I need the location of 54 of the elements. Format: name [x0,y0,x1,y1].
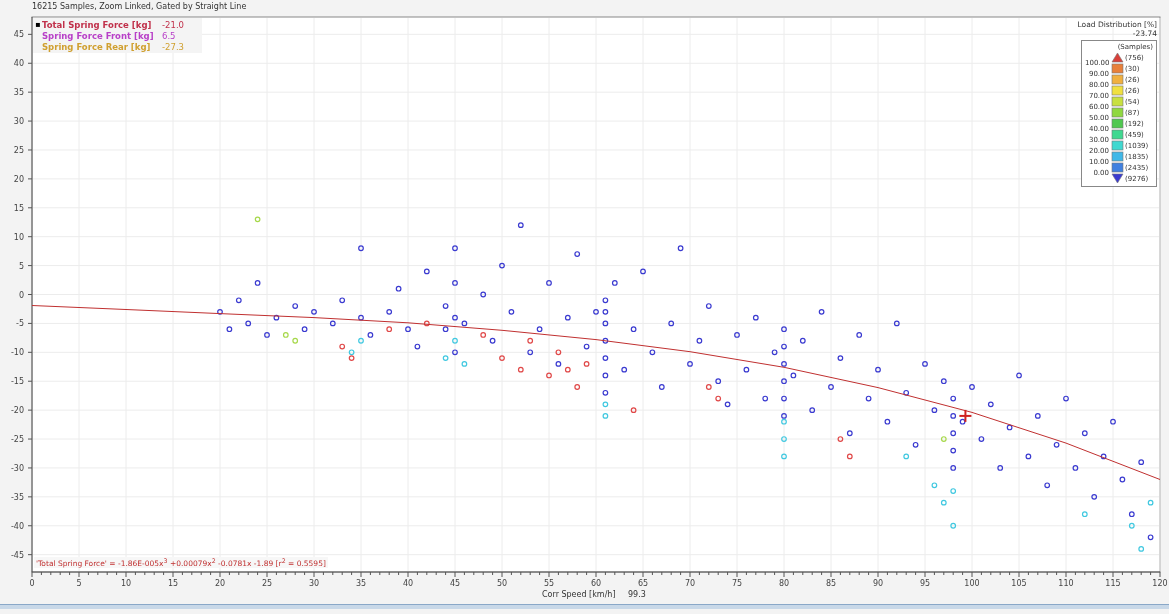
axis-tick-label: 25 [13,145,24,155]
axis-tick-label: 55 [543,579,555,588]
axis-tick-label: 0 [18,290,24,300]
axis-tick-label: 80 [778,579,790,588]
axis-tick-label: 65 [637,579,649,588]
axis-tick-label: 0 [29,579,35,588]
axis-tick-label: 30 [308,579,320,588]
axis-tick-label: 10 [120,579,132,588]
axis-tick-label: 35 [13,88,24,98]
axis-tick-label: -25 [10,435,24,445]
axis-tick-label: 10 [13,232,24,242]
axis-tick-label: 50 [496,579,508,588]
axis-tick-label: -35 [10,492,24,502]
axis-tick-label: -10 [10,348,24,358]
axis-tick-label: 20 [13,174,24,184]
axis-tick-label: 45 [13,30,24,40]
axis-tick-label: 75 [731,579,743,588]
axis-tick-label: 5 [18,261,24,271]
channel-name: Total Spring Force [kg] [42,19,153,30]
axis-tick-label: 30 [13,117,24,127]
axis-tick-label: 60 [590,579,602,588]
axis-tick-label: -20 [10,406,24,416]
axis-tick-label: 45 [449,579,461,588]
channel-name: Spring Force Rear [kg] [42,41,152,52]
channel-value: 6.5 [162,30,177,41]
axis-tick-label: 120 [1152,579,1168,588]
chart-title: 16215 Samples, Zoom Linked, Gated by Straight Line [32,2,247,11]
axis-tick-label: 40 [402,579,414,588]
axis-tick-label: 5 [76,579,82,588]
axis-tick-label: 105 [1011,579,1027,588]
marker-icon: ▪ [35,20,42,29]
axis-tick-label: 100 [964,579,980,588]
axis-tick-label: 70 [684,579,696,588]
axis-tick-label: -5 [16,319,24,329]
channel-value: -27.3 [162,41,185,52]
axis-tick-label: 40 [13,59,24,69]
axis-tick-label: 95 [919,579,931,588]
axis-tick-label: 110 [1058,579,1074,588]
channel-name: Spring Force Front [kg] [42,30,155,41]
axis-tick-label: -15 [10,377,24,387]
axis-tick-label: -30 [10,463,24,473]
axis-tick-label: 115 [1105,579,1121,588]
axis-tick-label: 90 [872,579,884,588]
axis-tick-label: 35 [355,579,367,588]
axis-tick-label: -45 [10,550,24,560]
axis-tick-label: 15 [13,203,24,213]
axis-tick-label: 20 [214,579,226,588]
channel-value: -21.0 [162,19,185,30]
axis-tick-label: -40 [10,521,24,531]
axis-tick-label: 15 [167,579,179,588]
axis-title: Corr Speed [km/h] [542,590,616,599]
axis-tick-label: 85 [825,579,837,588]
cursor-readout: 99.3 [628,590,646,599]
axis-tick-label: 25 [261,579,273,588]
